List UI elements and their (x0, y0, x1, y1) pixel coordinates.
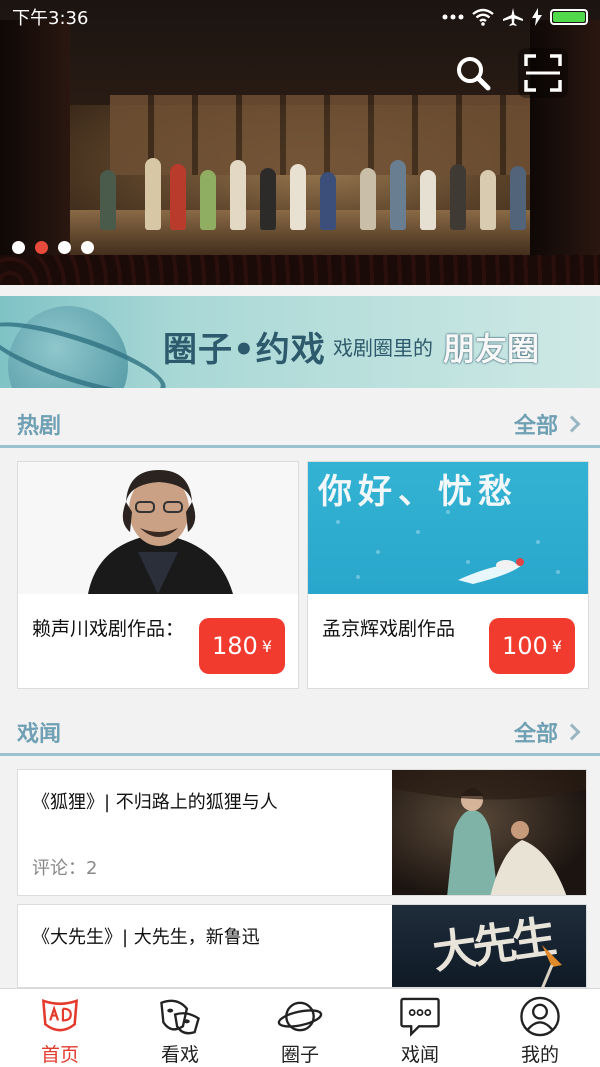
tab-watch[interactable]: 看戏 (120, 989, 240, 1067)
curtain-left (0, 20, 70, 270)
tab-label: 看戏 (160, 1044, 199, 1066)
wifi-icon (472, 8, 494, 26)
hot-card-title: 孟京辉戏剧作品 (322, 618, 456, 640)
theater-mask-icon (160, 999, 200, 1035)
tab-news[interactable]: 戏闻 (360, 989, 480, 1067)
carousel-dot[interactable] (81, 241, 94, 254)
chat-bubble-icon (400, 997, 440, 1037)
currency-symbol: ¥ (261, 636, 272, 656)
poster-title: 你好、忧愁 (318, 472, 518, 512)
tab-label: 戏闻 (400, 1044, 439, 1066)
actors-group (100, 150, 540, 230)
chevron-right-icon (563, 723, 581, 741)
hot-card-2[interactable]: 你好、忧愁 孟京辉戏剧作品 100 ¥ (307, 461, 589, 689)
hot-card-title: 赖声川戏剧作品： (32, 618, 185, 640)
news-item-2[interactable]: 《大先生》| 大先生，新鲁迅 大先生 (17, 904, 587, 988)
price-value: 180 (212, 632, 258, 660)
see-all-label: 全部 (513, 722, 558, 747)
news-thumbnail (392, 770, 586, 895)
banner-emphasis: 朋友圈 (443, 330, 540, 368)
search-button[interactable] (448, 48, 498, 98)
bottom-tab-bar: 首页 看戏 圈子 戏闻 我的 (0, 988, 600, 1067)
scan-button[interactable] (518, 48, 568, 98)
hot-card-image: 你好、忧愁 (308, 462, 588, 594)
charging-icon (532, 8, 542, 26)
carousel-dot[interactable] (12, 241, 25, 254)
search-icon (457, 57, 491, 91)
hot-card-1[interactable]: 赖声川戏剧作品： 180 ¥ (17, 461, 299, 689)
tab-label: 我的 (520, 1044, 559, 1066)
news-thumbnail: 大先生 (392, 905, 586, 987)
news-title: 《狐狸》| 不归路上的狐狸与人 (32, 792, 278, 813)
hot-section-title: 热剧 (17, 414, 62, 439)
news-section-header: 戏闻 全部 (0, 704, 600, 756)
planet-icon (277, 1001, 323, 1032)
status-bar: 下午3:36 (0, 0, 600, 34)
tab-circle[interactable]: 圈子 (240, 989, 360, 1067)
circle-banner[interactable]: 圈子•约戏 戏剧圈里的 朋友圈 (0, 296, 600, 388)
tab-label: 圈子 (280, 1044, 319, 1066)
status-time: 下午3:36 (12, 8, 89, 29)
chevron-right-icon (563, 415, 581, 433)
tab-home[interactable]: 首页 (0, 989, 120, 1067)
tab-label: 首页 (40, 1044, 79, 1066)
user-icon (520, 996, 560, 1037)
hot-card-image (18, 462, 298, 594)
more-dots-icon (442, 14, 464, 20)
carousel-dot[interactable] (58, 241, 71, 254)
audience-silhouettes (0, 255, 600, 285)
carousel-dot-active[interactable] (35, 241, 48, 254)
news-title: 《大先生》| 大先生，新鲁迅 (32, 927, 260, 948)
home-mask-icon (41, 999, 79, 1032)
currency-symbol: ¥ (551, 636, 562, 656)
airplane-icon (503, 8, 523, 26)
carousel-indicator (12, 241, 94, 254)
news-comment-count: 评论：2 (32, 858, 98, 879)
hot-see-all-link[interactable]: 全部 (513, 408, 581, 440)
banner-title: 圈子•约戏 (163, 330, 326, 370)
news-item-1[interactable]: 《狐狸》| 不归路上的狐狸与人 评论：2 (17, 769, 587, 896)
hot-section-header: 热剧 全部 (0, 396, 600, 448)
price-tag[interactable]: 100 ¥ (489, 618, 575, 674)
news-see-all-link[interactable]: 全部 (513, 716, 581, 748)
see-all-label: 全部 (513, 414, 558, 439)
price-value: 100 (502, 632, 548, 660)
price-tag[interactable]: 180 ¥ (199, 618, 285, 674)
banner-subtitle: 戏剧圈里的 (333, 336, 433, 360)
tab-me[interactable]: 我的 (480, 989, 600, 1067)
battery-icon (550, 9, 588, 25)
news-section-title: 戏闻 (17, 722, 62, 747)
scan-icon (524, 54, 562, 92)
